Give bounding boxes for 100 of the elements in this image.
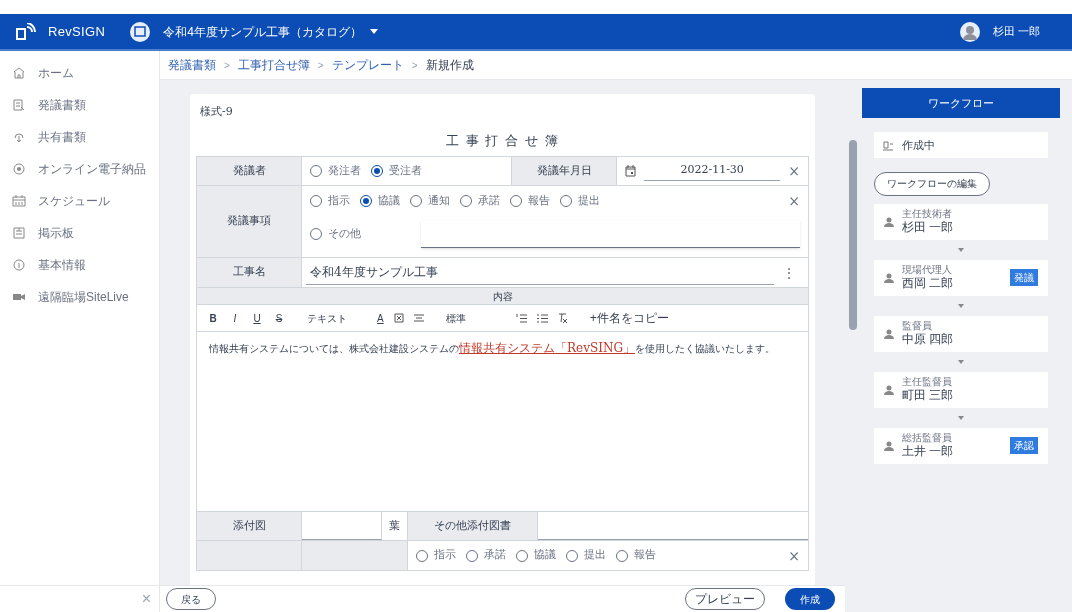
person-icon <box>884 216 894 227</box>
document-icon <box>882 139 894 151</box>
radio-option[interactable]: 協議 <box>360 192 400 210</box>
numbered-list-icon[interactable] <box>515 313 527 323</box>
status-badge: 発議 <box>1010 269 1038 286</box>
table-header-cell: 発議年月日 <box>512 157 617 185</box>
edit-workflow-button[interactable]: ワークフローの編集 <box>874 171 990 196</box>
sidebar-item[interactable]: 遠隔臨場SiteLive <box>0 281 159 313</box>
radio-option[interactable]: 協議 <box>516 547 556 564</box>
radio-option[interactable]: 承諾 <box>466 547 506 564</box>
clear-button[interactable]: × <box>788 548 800 563</box>
step-role: 総括監督員 <box>902 431 953 445</box>
workflow-header: ワークフロー <box>862 88 1060 118</box>
sidebar-item[interactable]: 共有書類 <box>0 121 159 153</box>
breadcrumb-separator: > <box>411 58 418 73</box>
scrollbar-thumb[interactable] <box>848 140 857 330</box>
step-person: 杉田 一郎 <box>902 220 955 236</box>
breadcrumb-separator: > <box>317 58 324 73</box>
copy-subject-button[interactable]: +件名をコピー <box>589 309 669 327</box>
form-number: 様式-9 <box>199 104 234 120</box>
breadcrumb-link[interactable]: 発議書類 <box>168 56 216 74</box>
content-text: 情報共有システムについては、株式会社建設システムの情報共有システム「RevSING」を使用したく協議いたします。 <box>209 340 776 357</box>
person-icon <box>884 272 894 283</box>
table-header-cell: 発議者 <box>197 157 302 185</box>
highlight-icon[interactable] <box>393 313 404 323</box>
status-badge: 承認 <box>1010 437 1038 454</box>
radio-option[interactable]: 報告 <box>616 547 656 564</box>
radio-option[interactable]: その他 <box>310 225 361 243</box>
more-button[interactable]: ⋮ <box>774 265 804 280</box>
home-icon <box>12 66 26 80</box>
breadcrumb-current: 新規作成 <box>425 57 474 74</box>
format-button[interactable]: I <box>229 310 241 326</box>
logo-icon <box>16 22 36 41</box>
clear-button[interactable]: × <box>788 164 800 178</box>
calendar-icon[interactable] <box>625 165 636 177</box>
radio-option[interactable]: 提出 <box>566 547 606 564</box>
down-arrow-icon <box>958 303 964 308</box>
status-text: 作成中 <box>902 137 935 153</box>
table-header-cell: その他添付図書 <box>408 512 538 540</box>
step-person: 町田 三郎 <box>902 388 955 404</box>
breadcrumb-separator: > <box>224 58 230 73</box>
step-role: 監督員 <box>902 319 933 333</box>
person-icon <box>884 384 894 395</box>
format-button[interactable]: S <box>273 310 285 326</box>
size-dropdown[interactable]: 標準 <box>445 310 506 326</box>
sidebar-item[interactable]: 発議書類 <box>0 89 159 121</box>
down-arrow-icon <box>958 415 964 420</box>
calendar-icon <box>12 194 26 208</box>
section-header: 内容 <box>197 288 808 305</box>
person-icon <box>884 440 894 451</box>
radio-option[interactable]: 提出 <box>560 192 600 210</box>
font-color-button[interactable]: A <box>377 310 384 326</box>
radio-option[interactable]: 通知 <box>410 192 450 210</box>
step-role: 現場代理人 <box>902 263 953 277</box>
person-icon <box>884 328 894 339</box>
breadcrumb-link[interactable]: 工事打合せ簿 <box>237 56 310 74</box>
document-icon <box>12 98 26 112</box>
clear-format-icon[interactable] <box>557 313 568 323</box>
radio-option[interactable]: 指示 <box>416 547 456 564</box>
format-button[interactable]: U <box>251 310 263 326</box>
step-person: 西岡 二郎 <box>902 276 955 292</box>
brand-name: RevSIGN <box>48 22 106 41</box>
project-name-field[interactable]: 令和4年度サンプル工事 <box>306 260 774 285</box>
caret-icon <box>369 29 378 34</box>
create-button[interactable]: 作成 <box>785 588 835 610</box>
radio-option[interactable]: 発注者 <box>310 162 361 180</box>
text-style-dropdown[interactable]: テキスト <box>307 310 367 326</box>
step-role: 主任技術者 <box>902 207 953 221</box>
sidebar-item[interactable]: ホーム <box>0 57 159 89</box>
radio-option[interactable]: 指示 <box>310 192 350 210</box>
sidebar-item[interactable]: 基本情報 <box>0 249 159 281</box>
radio-option[interactable]: 報告 <box>510 192 550 210</box>
user-name[interactable]: 杉田 一郎 <box>992 23 1040 40</box>
date-field[interactable]: 2022-11-30 <box>644 161 781 181</box>
down-arrow-icon <box>958 247 964 252</box>
radio-option[interactable]: 受注者 <box>371 162 422 180</box>
avatar-icon <box>958 20 981 43</box>
sidebar-item[interactable]: スケジュール <box>0 185 159 217</box>
format-button[interactable]: B <box>207 310 219 326</box>
step-person: 中原 四郎 <box>902 332 955 348</box>
project-icon <box>129 20 152 43</box>
radio-option[interactable]: 承諾 <box>460 192 500 210</box>
download-icon <box>12 130 26 144</box>
project-selector[interactable]: 令和4年度サンプル工事（カタログ） <box>163 22 378 41</box>
step-person: 土井 一郎 <box>902 444 955 460</box>
form-title: 工 事 打 合 せ 簿 <box>446 131 559 150</box>
attachment-count-field[interactable] <box>302 512 382 540</box>
step-role: 主任監督員 <box>902 375 953 389</box>
sidebar-item[interactable]: 掲示板 <box>0 217 159 249</box>
down-arrow-icon <box>958 359 964 364</box>
clear-button[interactable]: × <box>788 194 800 208</box>
table-header-cell: 発議事項 <box>197 186 302 257</box>
info-icon <box>12 258 26 272</box>
board-icon <box>12 226 26 240</box>
table-header-cell: 工事名 <box>197 258 302 287</box>
table-header-cell: 添付図 <box>197 512 302 540</box>
breadcrumb-link[interactable]: テンプレート <box>331 56 404 74</box>
disc-icon <box>12 162 26 176</box>
sidebar-item[interactable]: オンライン電子納品 <box>0 153 159 185</box>
bullet-list-icon[interactable] <box>536 313 548 323</box>
